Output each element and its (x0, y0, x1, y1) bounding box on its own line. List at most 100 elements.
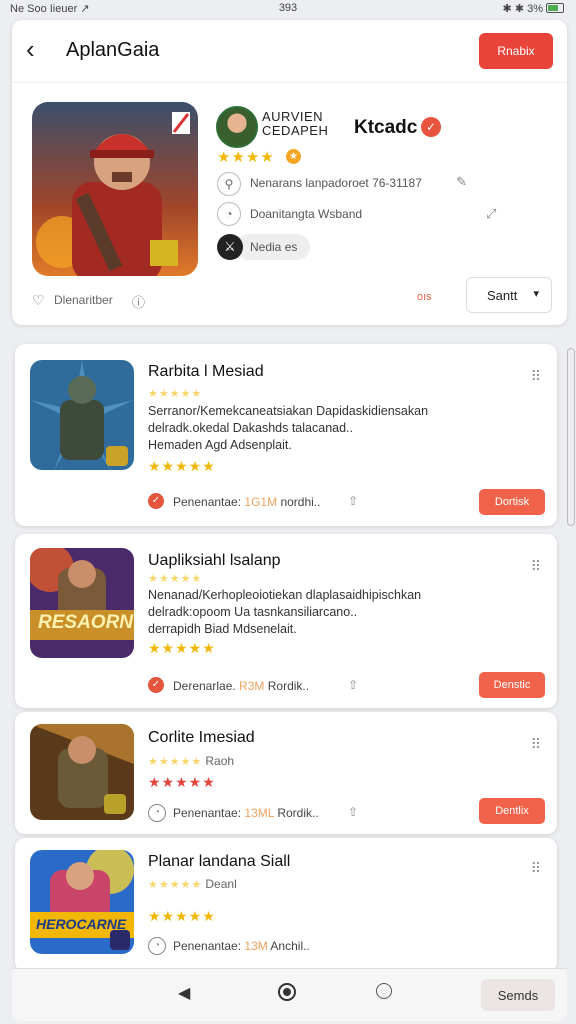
download-icon: ✓ (148, 493, 164, 509)
share-icon[interactable]: ⇧ (348, 805, 358, 819)
app-size: R3M (239, 679, 265, 693)
app-list-item[interactable]: Rarbita l Mesiad ★★★★★ Serranor/Kemekcan… (15, 344, 557, 526)
app-thumbnail (30, 724, 134, 820)
install-button[interactable]: Dentlix (479, 798, 545, 824)
sub-rating: ★★★★★ Deanl (148, 877, 237, 891)
more-options-icon[interactable]: ⠿ (531, 558, 541, 575)
system-nav-bar: ◀ Semds (12, 968, 567, 1021)
share-icon[interactable]: ⇧ (348, 678, 358, 692)
status-right: ✱ ✱ 3% (503, 2, 564, 15)
desc-line: Hemaden Agd Adsenplait. (148, 438, 292, 452)
expand-icon[interactable]: ⤢ (486, 206, 496, 222)
meta-extra: Rordik.. (277, 806, 319, 820)
share-icon[interactable]: ⇧ (348, 494, 358, 508)
clock-icon: ◔ (148, 804, 166, 822)
clock-icon: ◔ (148, 937, 166, 955)
app-size: 13ML (244, 806, 274, 820)
medal-icon: ★ (286, 149, 301, 164)
header-action-button[interactable]: Rnabix (479, 33, 553, 69)
desc-line: Nenanad/Kerhopleoiotiekan dlaplasaidhipi… (148, 588, 422, 602)
featured-card: ‹ AplanGaia Rnabix AURVIEN CEDAPEH Ktcad… (12, 20, 567, 325)
app-title: Uapliksiahl lsalanp (148, 552, 281, 569)
meta-label: Derenarlae. (173, 679, 236, 693)
nav-recent-icon[interactable] (376, 983, 392, 999)
more-options-icon[interactable]: ⠿ (531, 736, 541, 753)
desc-line: delradk:opoom Ua tasnkansiliarcano.. (148, 605, 358, 619)
app-size: 13M (244, 939, 268, 953)
sub-rating-stars: ★★★★★ (148, 879, 203, 891)
featured-footer-text: Dlenaritber (54, 293, 113, 307)
sub-rating-text: Raoh (205, 754, 235, 768)
install-button[interactable]: Denstic (479, 672, 545, 698)
pin-icon[interactable]: ✎ (456, 174, 467, 190)
meta-extra: Rordik.. (267, 679, 310, 693)
meta-extra: nordhi.. (280, 495, 321, 509)
battery-icon (546, 3, 564, 13)
sub-rating-stars: ★★★★★ (148, 756, 203, 768)
rating-stars: ★★★★★ (148, 458, 216, 474)
publisher-name-line1: AURVIEN (262, 109, 324, 124)
nav-back-icon[interactable]: ◀ (178, 983, 190, 1003)
meta-label: Penenantae: (173, 806, 242, 820)
rating-stars: ★★★★★ (148, 908, 216, 924)
app-description: Nenanad/Kerhopleoiotiekan dlaplasaidhipi… (148, 587, 448, 638)
sub-rating: ★★★★★ Raoh (148, 754, 234, 768)
status-bar: Ne Soo Iieuer ↗ 393 ✱ ✱ 3% (0, 0, 576, 18)
meta-label: Penenantae: (173, 939, 242, 953)
clock-icon: ◔ (217, 202, 241, 226)
nav-action-button[interactable]: Semds (481, 979, 555, 1011)
app-thumbnail: HEROCARNE (30, 850, 134, 954)
tag-icon: ⚔ (217, 234, 243, 260)
info-icon[interactable]: ⓘ (132, 292, 145, 311)
publisher-name-line2: CEDAPEH (262, 123, 329, 138)
scrollbar[interactable] (567, 348, 575, 526)
download-icon: ✓ (148, 677, 164, 693)
brand-logo: Ktcadc (354, 117, 418, 138)
rating-stars: ★★★★★ (148, 640, 216, 656)
app-size: 1G1M (244, 495, 278, 509)
app-title: Planar landana Siall (148, 853, 291, 870)
page-title: AplanGaia (66, 39, 160, 61)
genre-tag[interactable]: Nedia es (236, 234, 310, 260)
verified-icon: ✓ (421, 117, 441, 137)
thumbnail-label: HEROCARNE (36, 916, 127, 932)
heart-icon[interactable]: ♡ (32, 292, 45, 309)
publisher-avatar (216, 106, 258, 148)
sub-rating-stars: ★★★★★ (148, 573, 203, 585)
more-options-icon[interactable]: ⠿ (531, 860, 541, 877)
desc-line: delradk.okedal Dakashds talacanad.. (148, 421, 353, 435)
app-title: Rarbita l Mesiad (148, 363, 264, 380)
thumbnail-label: RESAORN (38, 612, 134, 633)
featured-accent-text: oıs (417, 291, 432, 303)
sub-rating-stars: ★★★★★ (148, 388, 203, 400)
install-button[interactable]: Dortisk (479, 489, 545, 515)
app-list-item[interactable]: RESAORN Uapliksiahl lsalanp ★★★★★ Nenana… (15, 534, 557, 708)
nav-home-icon[interactable] (278, 983, 296, 1001)
featured-app-icon[interactable] (32, 102, 198, 276)
meta-line-2: Doanitangta Wsband (250, 207, 363, 221)
more-options-icon[interactable]: ⠿ (531, 368, 541, 385)
featured-rating-stars: ★★★★ (217, 149, 275, 166)
app-description: Serranor/Kemekcaneatsiakan Dapidaskidien… (148, 403, 448, 454)
status-indicators: ✱ ✱ 3% (502, 3, 543, 15)
sub-rating-text: Deanl (205, 877, 237, 891)
app-list-item[interactable]: Corlite Imesiad ★★★★★ Raoh ★★★★★ ⠿ ◔ Pen… (15, 712, 557, 834)
rating-stars: ★★★★★ (148, 774, 216, 790)
app-title: Corlite Imesiad (148, 729, 255, 746)
meta-extra: Anchil.. (270, 939, 310, 953)
chevron-down-icon: ▾ (533, 288, 539, 300)
status-time: 393 (278, 2, 298, 14)
sort-dropdown[interactable]: Santt ▾ (466, 277, 552, 313)
meta-line-1: Nenarans lanpadoroet 76-31187 (250, 176, 422, 190)
app-list-item[interactable]: HEROCARNE Planar landana Siall ★★★★★ Dea… (15, 838, 557, 972)
desc-line: Serranor/Kemekcaneatsiakan Dapidaskidien… (148, 404, 429, 418)
back-icon[interactable]: ‹ (26, 36, 35, 62)
app-thumbnail (30, 360, 134, 470)
meta-label: Penenantae: (173, 495, 242, 509)
link-icon: ⚲ (217, 172, 241, 196)
sort-label: Santt (487, 288, 518, 303)
app-meta: Penenantae: 1G1M nordhi.. (173, 495, 320, 509)
app-meta: Penenantae: 13M Anchil.. (173, 939, 310, 953)
app-meta: Derenarlae. R3M Rordik.. (173, 679, 309, 693)
desc-line: derrapidh Biad Mdsenelait. (148, 622, 297, 636)
